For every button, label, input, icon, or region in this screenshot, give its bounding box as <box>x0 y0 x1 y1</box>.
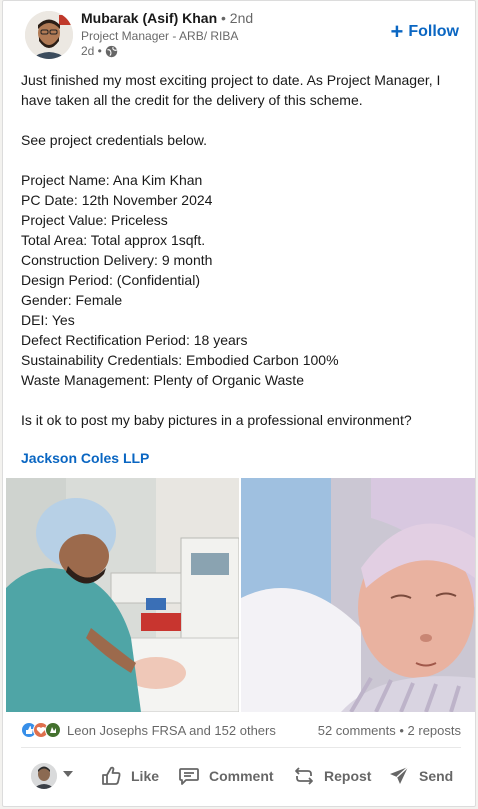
send-icon <box>390 766 409 784</box>
post-text-line: Defect Rectification Period: 18 years <box>21 332 248 348</box>
connection-degree: • 2nd <box>221 10 254 26</box>
post-header: Mubarak (Asif) Khan • 2nd Project Manage… <box>3 1 475 65</box>
divider <box>21 747 461 748</box>
post-text-line: Just finished my most exciting project t… <box>21 72 441 88</box>
reactions-count[interactable]: Leon Josephs FRSA and 152 others <box>67 723 276 738</box>
reaction-icons[interactable] <box>21 722 61 738</box>
send-button[interactable]: Send <box>387 761 453 791</box>
comment-icon <box>179 768 199 785</box>
thumbs-up-icon <box>102 766 121 785</box>
social-counts: Leon Josephs FRSA and 152 others 52 comm… <box>21 721 461 741</box>
follow-button[interactable]: + Follow <box>390 19 459 44</box>
post-text-line: See project credentials below. <box>21 132 207 148</box>
comments-reposts-count[interactable]: 52 comments • 2 reposts <box>318 723 461 738</box>
post-text-line: Construction Delivery: 9 month <box>21 252 213 268</box>
post-meta: 2d • <box>81 44 118 58</box>
post-text-line: PC Date: 12th November 2024 <box>21 192 213 208</box>
like-label: Like <box>131 768 160 784</box>
chevron-down-icon[interactable] <box>63 771 73 777</box>
post-text-line: Is it ok to post my baby pictures in a p… <box>21 412 412 428</box>
post-text-line: Gender: Female <box>21 292 123 308</box>
author-headline: Project Manager - ARB/ RIBA <box>81 29 239 43</box>
post-text-line: Project Name: Ana Kim Khan <box>21 172 203 188</box>
author-line: Mubarak (Asif) Khan • 2nd <box>81 10 253 26</box>
post-text-line: Total Area: Total approx 1sqft. <box>21 232 206 248</box>
post-images <box>6 478 475 712</box>
feed-post-card: Mubarak (Asif) Khan • 2nd Project Manage… <box>2 0 476 807</box>
post-text-line: have taken all the credit for the delive… <box>21 92 363 108</box>
post-text-line: Waste Management: Plenty of Organic Wast… <box>21 372 304 388</box>
photo-surgeon-with-baby[interactable] <box>6 478 239 712</box>
post-text-line: Sustainability Credentials: Embodied Car… <box>21 352 339 368</box>
author-avatar[interactable] <box>25 11 73 59</box>
post-text-line: DEI: Yes <box>21 312 75 328</box>
post-text-line <box>21 390 461 410</box>
globe-icon <box>105 45 118 57</box>
photo-newborn-baby[interactable] <box>241 478 475 712</box>
reaction-as-avatar[interactable] <box>31 763 57 789</box>
repost-button[interactable]: Repost <box>292 761 371 791</box>
repost-label: Repost <box>324 768 372 784</box>
like-button[interactable]: Like <box>99 761 159 791</box>
author-name[interactable]: Mubarak (Asif) Khan <box>81 10 217 26</box>
celebrate-icon <box>45 722 61 738</box>
comment-label: Comment <box>209 768 274 784</box>
post-text-line: Design Period: (Confidential) <box>21 272 200 288</box>
company-mention-link[interactable]: Jackson Coles LLP <box>21 450 149 466</box>
post-text-line <box>21 150 461 170</box>
post-text-line <box>21 110 461 130</box>
send-label: Send <box>419 768 454 784</box>
repost-icon <box>295 767 313 785</box>
post-text-line: Project Value: Priceless <box>21 212 168 228</box>
comment-button[interactable]: Comment <box>177 761 274 791</box>
plus-icon: + <box>390 19 404 44</box>
action-bar: Like Comment Repost Send <box>3 753 475 799</box>
post-body: Just finished my most exciting project t… <box>21 70 461 430</box>
follow-label: Follow <box>408 23 459 40</box>
post-time: 2d • <box>81 44 102 58</box>
